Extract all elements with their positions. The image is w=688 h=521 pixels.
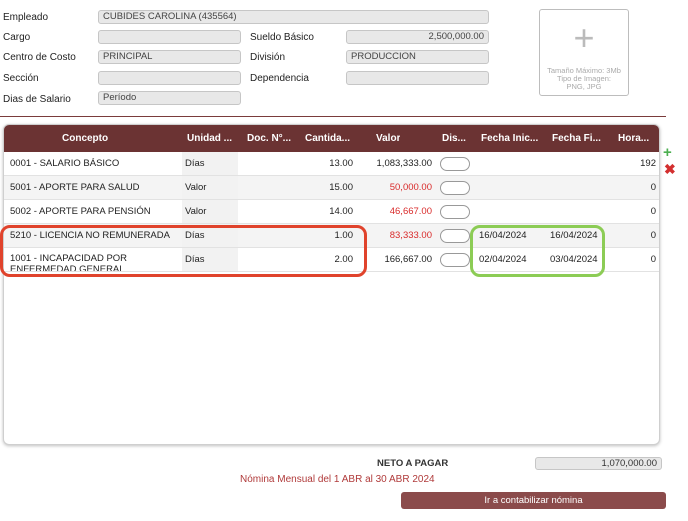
valor-cell: 50,000.00 [389,182,432,193]
col-unidad[interactable]: Unidad ... [187,125,232,152]
cantidad-cell: 14.00 [329,206,353,217]
col-cantidad[interactable]: Cantida... [305,125,350,152]
period-text: Nómina Mensual del 1 ABR al 30 ABR 2024 [240,474,435,485]
col-valor[interactable]: Valor [376,125,400,152]
neto-label: NETO A PAGAR [377,458,449,469]
contabilizar-button[interactable]: Ir a contabilizar nómina [401,492,666,509]
cantidad-cell: 13.00 [329,158,353,169]
sueldo-label: Sueldo Básico [250,32,314,43]
photo-upload[interactable]: + Tamaño Máximo: 3Mb Tipo de Imagen: PNG… [539,9,629,96]
horas-cell: 0 [650,206,656,217]
dependencia-label: Dependencia [250,73,309,84]
concepto-cell: 5001 - APORTE PARA SALUD [10,182,140,193]
table-row[interactable]: 5002 - APORTE PARA PENSIÓN Valor 14.00 4… [4,200,659,224]
dis-toggle[interactable] [440,205,470,219]
col-horas[interactable]: Hora... [618,125,649,152]
col-doc[interactable]: Doc. N°... [247,125,291,152]
dis-toggle[interactable] [440,157,470,171]
horas-cell: 0 [650,182,656,193]
col-concepto[interactable]: Concepto [62,125,108,152]
valor-cell: 166,667.00 [384,254,432,265]
empleado-field[interactable]: CUBIDES CAROLINA (435564) [98,10,489,24]
seccion-label: Sección [3,73,39,84]
valor-cell: 83,333.00 [389,230,432,241]
valor-cell: 1,083,333.00 [376,158,432,169]
cargo-label: Cargo [3,32,31,43]
sueldo-field[interactable]: 2,500,000.00 [346,30,489,44]
dis-toggle[interactable] [440,181,470,195]
horas-cell: 192 [640,158,656,169]
dis-toggle[interactable] [440,229,470,243]
valor-cell: 46,667.00 [389,206,432,217]
empleado-label: Empleado [3,12,49,23]
dias-salario-label: Dias de Salario [3,94,71,105]
unidad-cell: Valor [185,182,207,193]
plus-icon: + [573,17,595,58]
horas-cell: 0 [650,254,656,265]
cargo-field[interactable] [98,30,241,44]
col-dis[interactable]: Dis... [442,125,466,152]
concepto-cell: 0001 - SALARIO BÁSICO [10,158,120,169]
centro-costo-label: Centro de Costo [3,52,76,63]
highlight-green-box [470,225,605,277]
highlight-red-box [0,225,367,277]
col-fecha-inicio[interactable]: Fecha Inic... [481,125,538,152]
concepts-table: Concepto Unidad ... Doc. N°... Cantida..… [3,124,660,445]
table-row[interactable]: 5001 - APORTE PARA SALUD Valor 15.00 50,… [4,176,659,200]
concepto-cell: 5002 - APORTE PARA PENSIÓN [10,206,151,217]
seccion-field[interactable] [98,71,241,85]
division-field[interactable]: PRODUCCION [346,50,489,64]
centro-costo-field[interactable]: PRINCIPAL [98,50,241,64]
x-icon[interactable]: ✖ [664,162,676,176]
col-fecha-fin[interactable]: Fecha Fi... [552,125,601,152]
table-row[interactable]: 0001 - SALARIO BÁSICO Días 13.00 1,083,3… [4,152,659,176]
neto-field: 1,070,000.00 [535,457,662,470]
division-label: División [250,52,286,63]
unidad-cell: Días [185,158,205,169]
photo-hint: Tamaño Máximo: 3Mb Tipo de Imagen: PNG, … [547,66,621,91]
dias-salario-field[interactable]: Período [98,91,241,105]
divider [0,116,666,117]
plus-icon[interactable]: + [663,145,672,160]
table-header: Concepto Unidad ... Doc. N°... Cantida..… [4,125,659,152]
unidad-cell: Valor [185,206,207,217]
horas-cell: 0 [650,230,656,241]
cantidad-cell: 15.00 [329,182,353,193]
dis-toggle[interactable] [440,253,470,267]
dependencia-field[interactable] [346,71,489,85]
